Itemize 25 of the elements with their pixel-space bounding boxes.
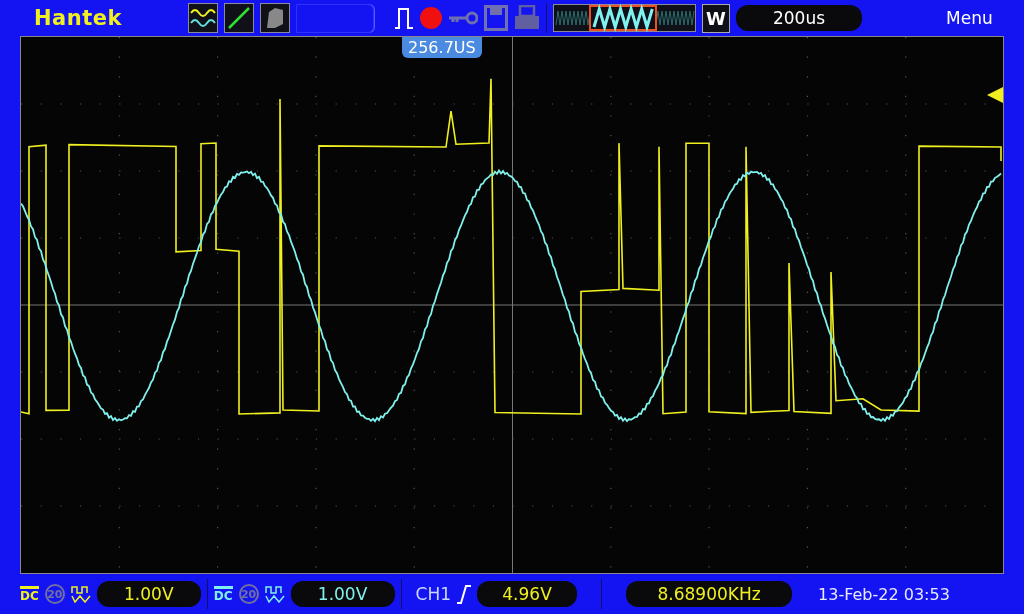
memory-overview-drawing[interactable]	[553, 4, 696, 32]
key-icon	[448, 11, 478, 25]
rising-edge-icon	[457, 584, 472, 604]
timebase-readout: 200us	[736, 5, 862, 31]
brand-logo: Hantek	[34, 6, 123, 30]
xy-mode-icon[interactable]	[224, 3, 254, 33]
persistence-icon[interactable]	[260, 3, 290, 33]
bandwidth-limit-label: 20	[238, 584, 259, 604]
channel-scale-readout: 1.00V	[290, 581, 395, 607]
channel-scale-readout: 1.00V	[96, 581, 201, 607]
trigger-position-label: 256.7US	[402, 37, 482, 58]
record-dot-icon	[420, 7, 442, 29]
frequency-readout: 8.68900KHz	[626, 581, 793, 607]
bandwidth-limit-label: 20	[44, 584, 65, 604]
waveform-display-icon[interactable]	[188, 3, 218, 33]
window-key[interactable]: W	[702, 3, 730, 33]
pulse-icon	[70, 585, 91, 603]
date-time: 13-Feb-22 03:53	[818, 584, 950, 604]
coupling-label: DC	[213, 586, 233, 602]
pulse-icon	[264, 585, 285, 603]
trigger-source-label: CH1	[415, 584, 452, 604]
trigger-level-marker-icon	[987, 87, 1003, 103]
trigger-level-readout: 4.96V	[477, 581, 578, 607]
coupling-label: DC	[20, 586, 39, 602]
menu-button[interactable]: Menu	[946, 8, 993, 28]
